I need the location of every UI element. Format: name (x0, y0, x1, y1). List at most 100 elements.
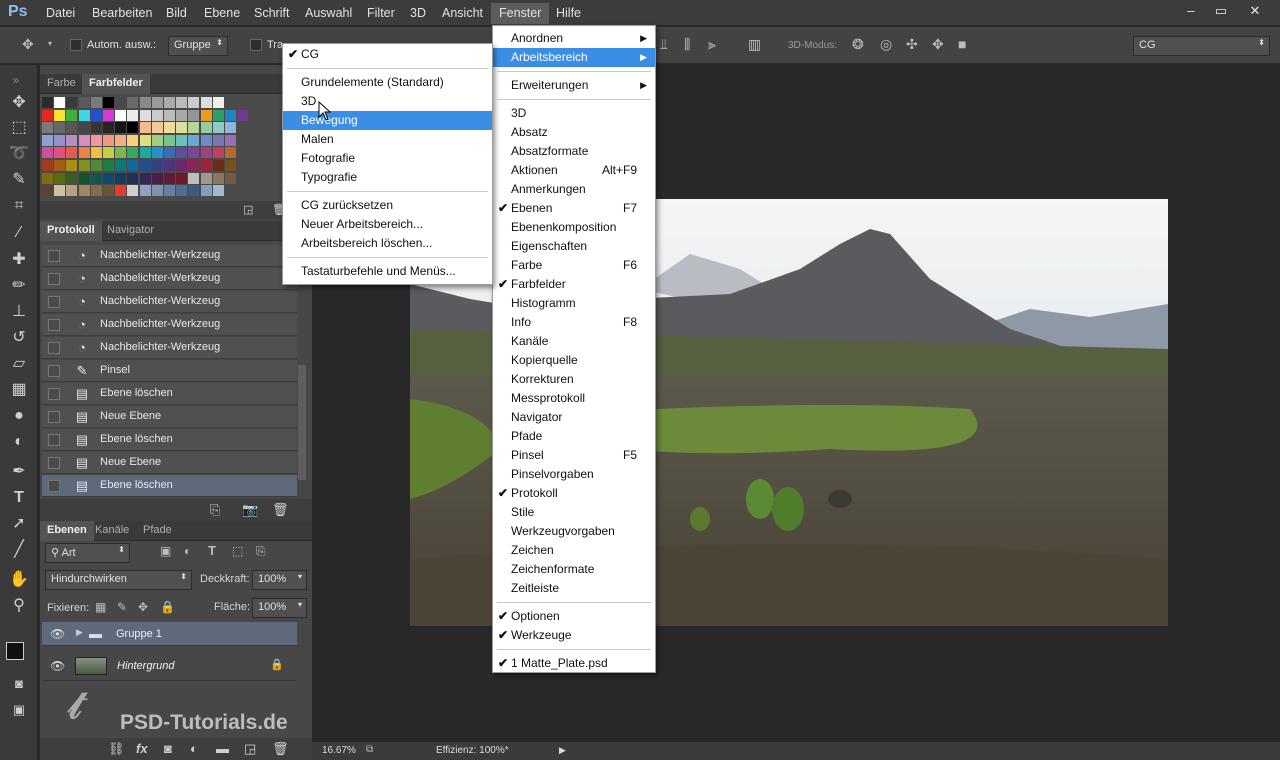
swatch[interactable] (54, 134, 66, 146)
swatch[interactable] (78, 185, 90, 197)
swatch[interactable] (127, 160, 139, 171)
menu-fenster[interactable]: Fenster (491, 3, 550, 24)
swatch[interactable] (103, 97, 114, 108)
swatch[interactable] (200, 109, 212, 121)
menu-item-arbeitsbereich[interactable]: Arbeitsbereich ▶ (493, 48, 655, 67)
swatch[interactable] (78, 172, 90, 184)
lasso-tool-icon[interactable]: ➰ (7, 143, 31, 165)
history-item[interactable]: ▤ Ebene löschen (42, 429, 297, 451)
move-tool-icon[interactable]: ✥ (7, 92, 31, 114)
3d-orbit-icon[interactable]: ❂ (852, 36, 864, 53)
adjustment-layer-icon[interactable]: ◐ (190, 741, 198, 756)
screen-mode-icon[interactable]: ▣ (7, 699, 31, 721)
menu-item-aktionen[interactable]: Aktionen Alt+F9 (493, 161, 655, 180)
swatch[interactable] (66, 134, 78, 146)
transform-controls-checkbox[interactable] (250, 39, 262, 51)
swatch[interactable] (139, 109, 151, 121)
tab-paths[interactable]: Pfade (136, 521, 179, 541)
swatch[interactable] (42, 172, 53, 184)
swatch[interactable] (164, 134, 175, 146)
blur-tool-icon[interactable]: ● (7, 405, 31, 427)
history-source-checkbox[interactable] (48, 480, 60, 492)
swatch[interactable] (66, 109, 78, 121)
trash-icon[interactable]: 🗑 (272, 502, 289, 518)
layer-name[interactable]: Hintergrund (117, 660, 174, 672)
swatch[interactable] (176, 122, 188, 134)
keyboard-shortcuts-menus[interactable]: Tastaturbefehle und Menüs... (283, 262, 492, 281)
menu-item-ebenenkomposition[interactable]: Ebenenkomposition (493, 218, 655, 237)
history-item[interactable]: ✎ Pinsel (42, 360, 297, 382)
swatch[interactable] (188, 97, 200, 108)
swatch[interactable] (176, 109, 188, 121)
menu-item-erweiterungen[interactable]: Erweiterungen ▶ (493, 76, 655, 95)
swatch[interactable] (42, 147, 53, 159)
workspace-typografie[interactable]: Typografie (283, 168, 492, 187)
lock-all-icon[interactable]: 🔒 (160, 600, 175, 614)
swatches-grid[interactable] (40, 94, 280, 201)
3d-slide-icon[interactable]: ✥ (932, 36, 944, 53)
swatch[interactable] (54, 122, 66, 134)
swatch[interactable] (188, 147, 200, 159)
history-source-checkbox[interactable] (48, 411, 60, 423)
3d-pan-icon[interactable]: ✣ (906, 36, 918, 53)
history-source-checkbox[interactable] (48, 457, 60, 469)
workspace-bewegung[interactable]: Bewegung (283, 111, 492, 130)
move-tool-icon[interactable]: ✥ (22, 36, 34, 53)
minimize-button[interactable]: – (1176, 2, 1206, 20)
swatch[interactable] (66, 160, 78, 171)
swatch[interactable] (151, 122, 163, 134)
swatch[interactable] (212, 134, 224, 146)
swatch[interactable] (176, 134, 188, 146)
swatch[interactable] (212, 147, 224, 159)
swatch[interactable] (164, 185, 175, 197)
swatch[interactable] (212, 97, 224, 108)
filter-smart-object-icon[interactable]: ⎘ (256, 544, 266, 559)
swatch[interactable] (115, 185, 127, 197)
swatch[interactable] (103, 134, 114, 146)
swatch[interactable] (54, 160, 66, 171)
swatch[interactable] (127, 97, 139, 108)
swatch[interactable] (139, 172, 151, 184)
menu-item-kanäle[interactable]: Kanäle (493, 332, 655, 351)
layer-name[interactable]: Gruppe 1 (116, 628, 162, 640)
filter-shape-icon[interactable]: ⬚ (232, 544, 243, 558)
gradient-tool-icon[interactable]: ▦ (7, 379, 31, 401)
menu-item-anordnen[interactable]: Anordnen ▶ (493, 29, 655, 48)
swatch[interactable] (164, 109, 175, 121)
menu-ansicht[interactable]: Ansicht (442, 6, 483, 20)
menu-bearbeiten[interactable]: Bearbeiten (92, 6, 152, 20)
swatch[interactable] (78, 122, 90, 134)
history-source-checkbox[interactable] (48, 365, 60, 377)
swatch[interactable] (200, 160, 212, 171)
history-item[interactable]: ◔ Nachbelichter-Werkzeug (42, 268, 297, 290)
link-layers-icon[interactable]: ⛓ (108, 741, 125, 757)
chevron-down-icon[interactable]: ▾ (48, 39, 52, 48)
swatch[interactable] (66, 185, 78, 197)
swatch[interactable] (103, 122, 114, 134)
swatch[interactable] (151, 109, 163, 121)
expand-arrow-icon[interactable]: ▶ (76, 627, 83, 638)
history-source-checkbox[interactable] (48, 296, 60, 308)
menu-item-pfade[interactable]: Pfade (493, 427, 655, 446)
workspace-cg[interactable]: ✔ CG (283, 45, 492, 64)
swatch[interactable] (115, 122, 127, 134)
history-item[interactable]: ◔ Nachbelichter-Werkzeug (42, 245, 297, 267)
swatch[interactable] (188, 172, 200, 184)
swatch[interactable] (90, 134, 102, 146)
menu-item-pinsel[interactable]: Pinsel F5 (493, 446, 655, 465)
swatch[interactable] (127, 147, 139, 159)
swatch[interactable] (212, 122, 224, 134)
swatch[interactable] (115, 172, 127, 184)
menu-item-kopierquelle[interactable]: Kopierquelle (493, 351, 655, 370)
menu-item-farbfelder[interactable]: ✔ Farbfelder (493, 275, 655, 294)
eye-icon[interactable]: 👁 (50, 627, 65, 641)
swatch[interactable] (66, 147, 78, 159)
swatch[interactable] (139, 97, 151, 108)
history-source-checkbox[interactable] (48, 342, 60, 354)
swatch[interactable] (151, 97, 163, 108)
swatch[interactable] (78, 97, 90, 108)
swatch[interactable] (200, 122, 212, 134)
menu-item-werkzeugvorgaben[interactable]: Werkzeugvorgaben (493, 522, 655, 541)
auto-select-checkbox[interactable] (70, 39, 82, 51)
swatch[interactable] (90, 160, 102, 171)
